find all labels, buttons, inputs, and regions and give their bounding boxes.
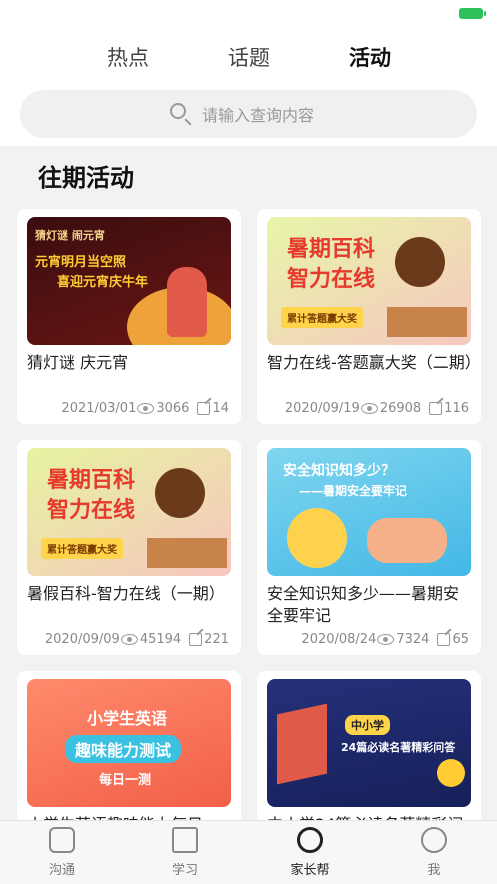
bottom-nav: 沟通 学习 家长帮 我 — [0, 820, 497, 884]
view-count: 45194 — [139, 632, 182, 647]
nav-study[interactable]: 学习 — [150, 827, 220, 878]
thumbnail-text: 喜迎元宵庆牛年 — [57, 275, 149, 290]
thumbnail-text: 小学生英语 — [87, 709, 168, 728]
thumbnail-text: 趣味能力测试 — [65, 735, 182, 763]
search-input[interactable]: 请输入查询内容 — [202, 102, 314, 126]
share-count: 221 — [204, 632, 229, 647]
activity-thumbnail: 暑期百科 智力在线 累计答题赢大奖 — [27, 448, 231, 576]
thumbnail-text: 安全知识知多少？ — [283, 463, 395, 479]
book-illustration — [277, 703, 327, 785]
thumbnail-text: 暑期百科 — [47, 468, 136, 493]
activity-date: 2020/09/09 — [44, 632, 120, 647]
tab-bar: 热点 话题 活动 — [0, 42, 497, 98]
desk-illustration — [387, 307, 467, 337]
profile-icon — [421, 827, 447, 853]
thumbnail-text: 24篇必读名著精彩问答 — [341, 741, 456, 754]
thumbnail-text: 中小学 — [345, 715, 390, 735]
nav-label: 学习 — [171, 863, 198, 878]
tab-topics[interactable]: 话题 — [209, 42, 289, 72]
view-count: 26908 — [379, 401, 422, 416]
activity-title: 暑假百科-智力在线（一期） — [27, 584, 225, 603]
activity-card[interactable]: 猜灯谜 闹元宵 元宵明月当空照 喜迎元宵庆牛年 猜灯谜 庆元宵 2021/03/… — [17, 209, 241, 424]
activity-card[interactable]: 小学生英语 趣味能力测试 每日一测 小学生英语趣味能力每日一测 — [17, 671, 241, 831]
eye-icon — [120, 634, 138, 645]
activity-title: 猜灯谜 庆元宵 — [27, 353, 129, 372]
tab-activities[interactable]: 活动 — [330, 42, 410, 72]
thumbnail-text: 累计答题赢大奖 — [281, 307, 363, 328]
nav-label: 沟通 — [48, 863, 75, 878]
share-count: 65 — [452, 632, 469, 647]
activity-card[interactable]: 安全知识知多少？ ——暑期安全要牢记 安全知识知多少——暑期安全要牢记 2020… — [257, 440, 481, 655]
thumbnail-text: 智力在线 — [287, 267, 376, 292]
thumbnail-text: ——暑期安全要牢记 — [299, 484, 408, 498]
share-icon — [197, 402, 211, 415]
nav-label: 家长帮 — [290, 863, 330, 878]
activity-meta: 2020/08/24 7324 65 — [301, 632, 469, 647]
activity-date: 2020/09/19 — [284, 401, 360, 416]
share-count: 14 — [212, 401, 229, 416]
activity-date: 2020/08/24 — [301, 632, 377, 647]
share-icon — [189, 633, 203, 646]
child-illustration — [155, 468, 205, 518]
share-icon — [437, 633, 451, 646]
status-bar — [0, 0, 497, 28]
chat-icon — [49, 827, 75, 853]
top-bar: 热点 话题 活动 请输入查询内容 — [0, 28, 497, 146]
child-illustration — [395, 237, 445, 287]
activity-thumbnail: 安全知识知多少？ ——暑期安全要牢记 — [267, 448, 471, 576]
share-count: 116 — [444, 401, 469, 416]
thumbnail-text: 元宵明月当空照 — [35, 255, 127, 270]
search-bar[interactable]: 请输入查询内容 — [20, 90, 477, 138]
activity-thumbnail: 中小学 24篇必读名著精彩问答 — [267, 679, 471, 807]
activity-meta: 2020/09/19 26908 116 — [285, 401, 469, 416]
thumbnail-text: 猜灯谜 闹元宵 — [35, 229, 105, 242]
thumbnail-text: 累计答题赢大奖 — [41, 538, 123, 559]
activity-meta: 2021/03/01 3066 14 — [61, 401, 229, 416]
parent-help-icon — [297, 827, 323, 853]
activity-title: 智力在线-答题赢大奖（二期） — [267, 353, 481, 372]
activity-date: 2021/03/01 — [61, 401, 137, 416]
view-count: 3066 — [156, 401, 190, 416]
nav-chat[interactable]: 沟通 — [27, 827, 97, 878]
rabbit-illustration — [167, 267, 207, 337]
activity-meta: 2020/09/09 45194 221 — [45, 632, 229, 647]
activity-thumbnail: 猜灯谜 闹元宵 元宵明月当空照 喜迎元宵庆牛年 — [27, 217, 231, 345]
thumbnail-text: 每日一测 — [99, 773, 152, 788]
book-icon — [172, 827, 198, 853]
thumbnail-text: 暑期百科 — [287, 237, 376, 262]
nav-label: 我 — [427, 863, 441, 878]
nav-parent-help[interactable]: 家长帮 — [275, 827, 345, 878]
eye-icon — [360, 403, 378, 414]
float-ring-illustration — [287, 508, 347, 568]
activity-card[interactable]: 中小学 24篇必读名著精彩问答 中小学 24篇必读名著精彩问答 — [257, 671, 481, 831]
activity-thumbnail: 小学生英语 趣味能力测试 每日一测 — [27, 679, 231, 807]
activity-card[interactable]: 暑期百科 智力在线 累计答题赢大奖 暑假百科-智力在线（一期） 2020/09/… — [17, 440, 241, 655]
view-count: 7324 — [396, 632, 430, 647]
battery-icon — [459, 8, 486, 19]
star-illustration — [437, 759, 465, 787]
eye-icon — [377, 634, 395, 645]
desk-illustration — [147, 538, 227, 568]
eye-icon — [137, 403, 155, 414]
section-title: 往期活动 — [38, 164, 134, 192]
nav-me[interactable]: 我 — [399, 827, 469, 878]
search-icon — [170, 103, 186, 119]
thumbnail-text: 智力在线 — [47, 498, 136, 523]
activity-title: 安全知识知多少——暑期安全要牢记 — [267, 584, 460, 625]
activity-thumbnail: 暑期百科 智力在线 累计答题赢大奖 — [267, 217, 471, 345]
share-icon — [429, 402, 443, 415]
tab-hot[interactable]: 热点 — [88, 42, 168, 72]
activity-card[interactable]: 暑期百科 智力在线 累计答题赢大奖 智力在线-答题赢大奖（二期） 2020/09… — [257, 209, 481, 424]
swimmer-illustration — [367, 518, 447, 563]
